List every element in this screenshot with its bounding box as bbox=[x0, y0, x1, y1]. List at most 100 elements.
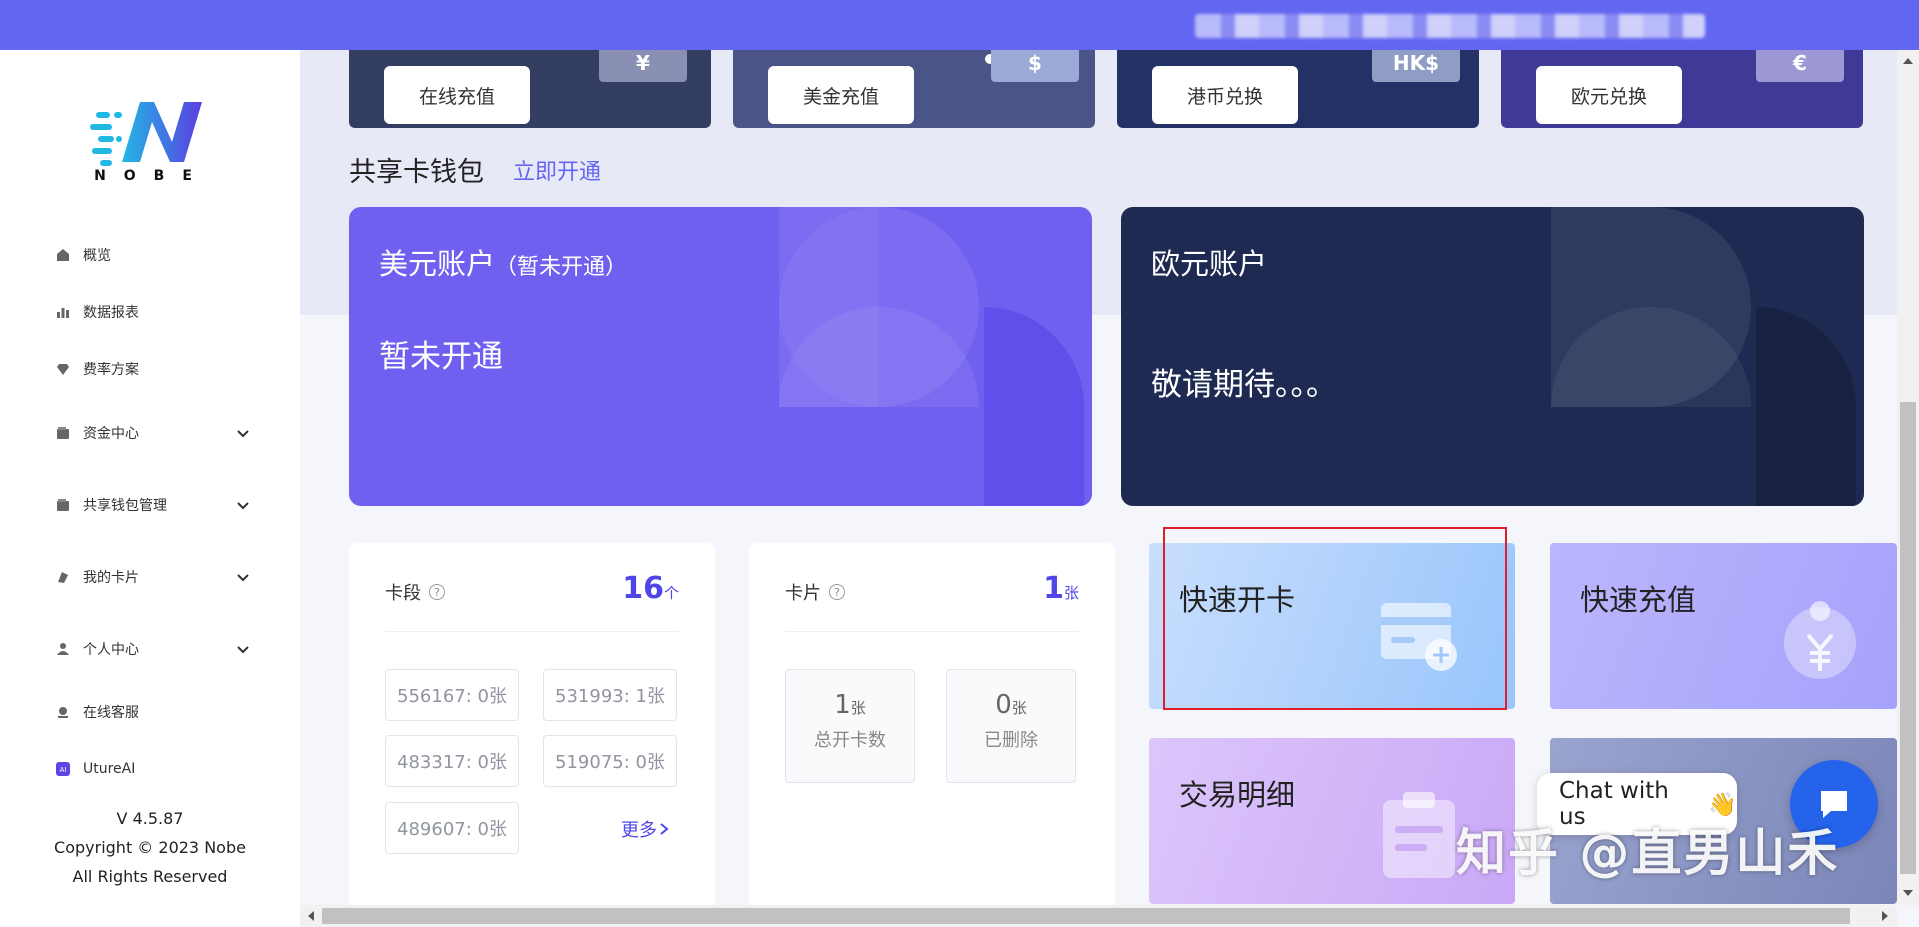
cards-count: 1张 bbox=[1043, 571, 1079, 606]
hkd-exchange-button[interactable]: 港币兑换 bbox=[1152, 66, 1298, 124]
card-icon bbox=[55, 569, 71, 585]
sidebar-item-support[interactable]: 在线客服 bbox=[55, 697, 255, 727]
count-unit: 张 bbox=[1063, 584, 1079, 602]
deleted-cards-value: 0张 bbox=[947, 690, 1075, 720]
sidebar-item-utureai[interactable]: AI UtureAI bbox=[55, 754, 255, 784]
usd-account-card[interactable]: 美元账户（暂未开通） 暂未开通 bbox=[349, 207, 1092, 506]
value: 1 bbox=[834, 690, 851, 720]
sidebar-item-label: 费率方案 bbox=[83, 362, 139, 378]
support-icon bbox=[55, 704, 71, 720]
sidebar-item-label: 数据报表 bbox=[83, 305, 139, 321]
user-icon bbox=[55, 641, 71, 657]
eur-account-title: 欧元账户 bbox=[1151, 247, 1268, 281]
sidebar-item-rates[interactable]: 费率方案 bbox=[55, 354, 255, 384]
quick-action-title: 交易明细 bbox=[1179, 778, 1296, 812]
eur-exchange-card: € 欧元兑换 bbox=[1501, 50, 1863, 128]
account-suffix: （暂未开通） bbox=[495, 255, 628, 280]
scroll-thumb[interactable] bbox=[1900, 402, 1916, 874]
top-bar bbox=[0, 0, 1919, 50]
usd-account-status: 暂未开通 bbox=[379, 339, 503, 375]
card-segments-panel: 卡段? 16个 556167: 0张 531993: 1张 483317: 0张… bbox=[349, 543, 715, 905]
scroll-down-arrow-icon[interactable] bbox=[1903, 890, 1913, 896]
eur-exchange-button[interactable]: 欧元兑换 bbox=[1536, 66, 1682, 124]
nobe-logo-icon[interactable] bbox=[88, 92, 218, 180]
scroll-thumb[interactable] bbox=[322, 908, 1850, 924]
total-cards-label: 总开卡数 bbox=[814, 730, 886, 751]
segment-item[interactable]: 489607: 0张 bbox=[385, 802, 519, 854]
sidebar-item-reports[interactable]: 数据报表 bbox=[55, 297, 255, 327]
add-card-icon bbox=[1381, 603, 1457, 671]
deleted-cards-box: 0张 已删除 bbox=[946, 669, 1076, 783]
online-recharge-button[interactable]: 在线充值 bbox=[384, 66, 530, 124]
sidebar-item-label: 概览 bbox=[83, 248, 111, 264]
cards-label: 卡片? bbox=[785, 579, 845, 605]
shared-wallet-title: 共享卡钱包 bbox=[349, 157, 484, 188]
sidebar-item-label: 在线客服 bbox=[83, 705, 139, 721]
chevron-down-icon[interactable] bbox=[235, 569, 251, 585]
activate-now-link[interactable]: 立即开通 bbox=[513, 154, 601, 186]
segment-item[interactable]: 519075: 0张 bbox=[543, 735, 677, 787]
vertical-scrollbar[interactable] bbox=[1897, 50, 1919, 905]
sidebar-item-profile[interactable]: 个人中心 bbox=[55, 634, 255, 664]
quick-action-title: 快速开卡 bbox=[1179, 583, 1296, 617]
scroll-up-arrow-icon[interactable] bbox=[1903, 58, 1913, 64]
scroll-left-arrow-icon[interactable] bbox=[308, 911, 314, 921]
count-unit: 个 bbox=[663, 584, 679, 602]
card-segments-count: 16个 bbox=[622, 571, 679, 606]
more-text: 更多 bbox=[621, 820, 657, 841]
quick-recharge-button[interactable]: 快速充值 bbox=[1550, 543, 1897, 709]
total-cards-box: 1张 总开卡数 bbox=[785, 669, 915, 783]
sidebar-item-overview[interactable]: 概览 bbox=[55, 240, 255, 270]
bar-chart-icon bbox=[55, 304, 71, 320]
sidebar-item-label: UtureAI bbox=[83, 761, 136, 777]
hkd-exchange-card: HK$ 港币兑换 bbox=[1117, 50, 1479, 128]
sidebar-item-label: 共享钱包管理 bbox=[83, 498, 167, 514]
usd-recharge-card: $ 美金充值 bbox=[733, 50, 1095, 128]
sidebar-item-my-cards[interactable]: 我的卡片 bbox=[55, 562, 255, 592]
rights-reserved: All Rights Reserved bbox=[72, 867, 228, 886]
blurred-user-info bbox=[1195, 14, 1705, 38]
scroll-right-arrow-icon[interactable] bbox=[1882, 911, 1888, 921]
sidebar-item-label: 资金中心 bbox=[83, 426, 139, 442]
clipboard-icon bbox=[1383, 792, 1455, 878]
app-version: V 4.5.87 bbox=[116, 809, 184, 828]
chevron-down-icon[interactable] bbox=[235, 497, 251, 513]
deleted-cards-label: 已删除 bbox=[984, 730, 1038, 751]
segment-item[interactable]: 483317: 0张 bbox=[385, 735, 519, 787]
segment-item[interactable]: 531993: 1张 bbox=[543, 669, 677, 721]
quick-action-title: 快速充值 bbox=[1580, 583, 1697, 617]
unit: 张 bbox=[850, 699, 866, 717]
home-icon bbox=[55, 247, 71, 263]
unit: 张 bbox=[1011, 699, 1027, 717]
count-value: 16 bbox=[622, 571, 664, 606]
chevron-down-icon[interactable] bbox=[235, 425, 251, 441]
card-decoration bbox=[779, 207, 1084, 506]
segment-item[interactable]: 556167: 0张 bbox=[385, 669, 519, 721]
wallet-icon bbox=[55, 497, 71, 513]
sidebar-item-label: 我的卡片 bbox=[83, 570, 139, 586]
sidebar-item-shared-wallet[interactable]: 共享钱包管理 bbox=[55, 490, 255, 520]
horizontal-scrollbar[interactable] bbox=[300, 905, 1897, 927]
divider bbox=[785, 631, 1079, 632]
help-icon[interactable]: ? bbox=[429, 584, 445, 600]
sidebar-item-funds[interactable]: 资金中心 bbox=[55, 418, 255, 448]
yuan-chip: ¥ bbox=[599, 50, 687, 82]
card-segments-label: 卡段? bbox=[385, 579, 445, 605]
label-text: 卡段 bbox=[385, 583, 421, 604]
ai-icon: AI bbox=[55, 761, 71, 777]
usd-recharge-button[interactable]: 美金充值 bbox=[768, 66, 914, 124]
diamond-icon bbox=[55, 361, 71, 377]
help-icon[interactable]: ? bbox=[829, 584, 845, 600]
eur-account-card[interactable]: 欧元账户 敬请期待。。。 bbox=[1121, 207, 1864, 506]
dollar-chip: $ bbox=[991, 50, 1079, 82]
chevron-right-icon bbox=[660, 823, 669, 835]
yuan-add-icon bbox=[1784, 601, 1856, 679]
chevron-down-icon[interactable] bbox=[235, 641, 251, 657]
svg-text:AI: AI bbox=[60, 766, 67, 774]
copyright: Copyright © 2023 Nobe bbox=[54, 838, 246, 857]
more-link[interactable]: 更多 bbox=[621, 816, 671, 842]
label-text: 卡片 bbox=[785, 583, 821, 604]
value: 0 bbox=[995, 690, 1012, 720]
count-value: 1 bbox=[1043, 571, 1064, 606]
quick-open-card-button[interactable]: 快速开卡 bbox=[1149, 543, 1515, 709]
